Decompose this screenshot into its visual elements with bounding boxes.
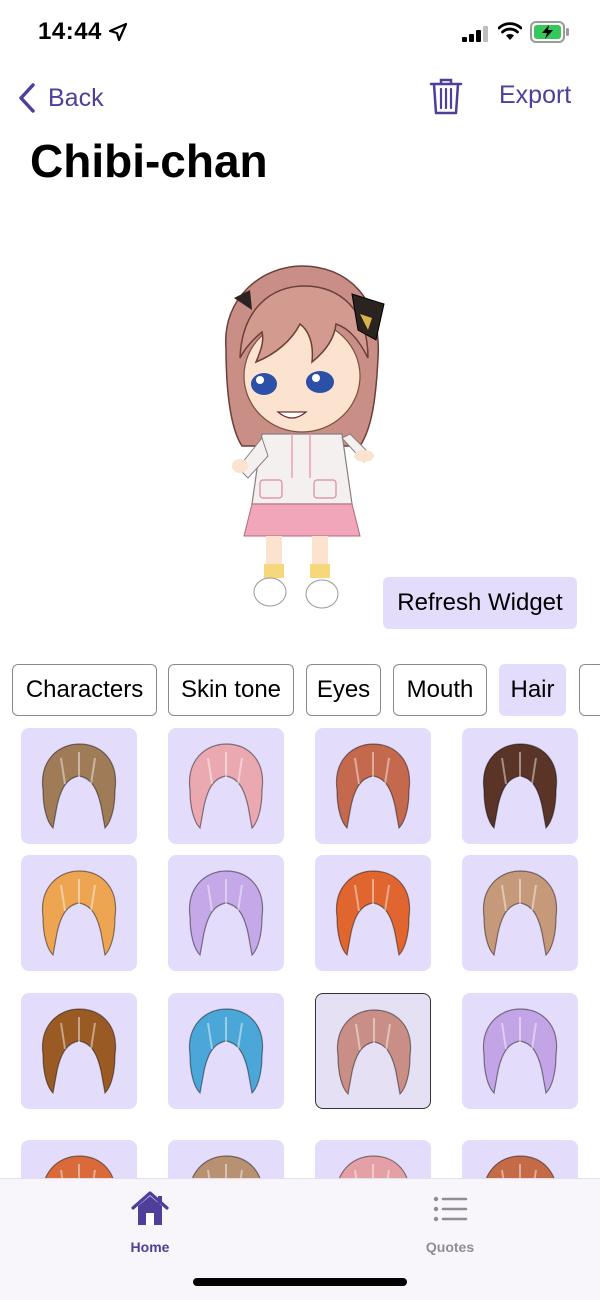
hair-style-icon	[485, 1155, 555, 1180]
refresh-widget-button[interactable]: Refresh Widget	[383, 577, 577, 629]
hair-option[interactable]	[315, 728, 431, 844]
hair-style-icon	[191, 1155, 261, 1180]
hair-style-icon	[41, 1008, 117, 1095]
hair-option[interactable]	[462, 728, 578, 844]
hair-option[interactable]	[21, 855, 137, 971]
hair-option[interactable]	[462, 993, 578, 1109]
hair-grid	[0, 728, 600, 1180]
hair-option[interactable]	[168, 855, 284, 971]
hair-style-icon	[41, 743, 117, 830]
hair-option[interactable]	[168, 1140, 284, 1180]
tabbar-quotes[interactable]: Quotes	[390, 1189, 510, 1269]
hair-option[interactable]	[462, 855, 578, 971]
hair-style-icon	[335, 743, 411, 830]
tab-mouth[interactable]: Mouth	[393, 664, 487, 716]
hair-style-icon	[338, 1155, 408, 1180]
hair-style-icon	[482, 870, 558, 957]
hair-style-icon	[44, 1155, 114, 1180]
hair-style-icon	[335, 870, 411, 957]
chevron-left-icon	[19, 83, 35, 113]
export-button[interactable]: Export	[499, 81, 571, 110]
tabbar-quotes-label: Quotes	[425, 1239, 475, 1255]
hair-style-icon	[336, 1009, 412, 1096]
hair-option[interactable]	[21, 728, 137, 844]
category-tabs: Characters Skin tone Eyes Mouth Hair	[12, 664, 600, 718]
house-icon	[131, 1191, 169, 1225]
character-preview	[225, 265, 385, 609]
hair-style-icon	[188, 870, 264, 957]
tab-next-partial[interactable]	[579, 664, 600, 716]
hair-option[interactable]	[315, 993, 431, 1109]
tab-skin-tone[interactable]: Skin tone	[168, 664, 294, 716]
hair-option[interactable]	[462, 1140, 578, 1180]
location-arrow-icon	[108, 22, 128, 42]
tab-eyes[interactable]: Eyes	[306, 664, 381, 716]
tab-characters[interactable]: Characters	[12, 664, 157, 716]
hair-option[interactable]	[315, 855, 431, 971]
back-label: Back	[48, 83, 104, 112]
hair-style-icon	[41, 870, 117, 957]
signal-icon	[462, 26, 488, 42]
hair-option[interactable]	[315, 1140, 431, 1180]
hair-style-icon	[482, 743, 558, 830]
tabbar-home-label: Home	[130, 1239, 170, 1255]
hair-style-icon	[482, 1008, 558, 1095]
hair-option[interactable]	[168, 728, 284, 844]
hair-option[interactable]	[21, 993, 137, 1109]
wifi-icon	[498, 22, 522, 40]
home-indicator	[193, 1278, 407, 1286]
page-title: Chibi-chan	[30, 135, 268, 187]
trash-icon[interactable]	[428, 76, 464, 116]
list-icon	[433, 1196, 468, 1222]
hair-option[interactable]	[168, 993, 284, 1109]
hair-style-icon	[188, 1008, 264, 1095]
hair-style-icon	[188, 743, 264, 830]
status-time: 14:44	[38, 18, 102, 45]
back-button[interactable]: Back	[16, 78, 104, 118]
hair-option[interactable]	[21, 1140, 137, 1180]
battery-charging-icon	[530, 21, 569, 43]
status-bar: 14:44	[0, 0, 600, 66]
tab-hair[interactable]: Hair	[499, 664, 566, 716]
tabbar-home[interactable]: Home	[90, 1189, 210, 1269]
